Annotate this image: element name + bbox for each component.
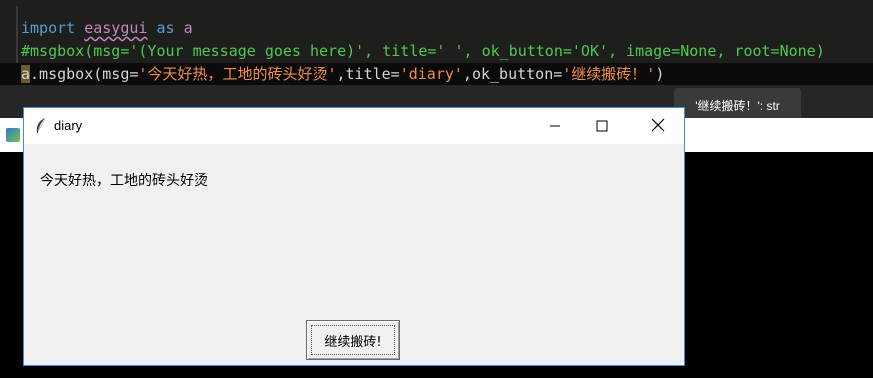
button-arg: ,ok_button=	[462, 65, 563, 83]
title-string: 'diary'	[399, 65, 463, 83]
button-string: '继续搬砖！'	[562, 65, 656, 83]
message-text: 今天好热，工地的砖头好烫	[40, 173, 208, 189]
title-arg: ,title=	[336, 65, 400, 83]
minimize-button[interactable]	[532, 108, 578, 144]
msgbox-window: diary 今天好热，工地的砖头好烫 继续搬砖!	[23, 107, 685, 366]
code-line-2[interactable]: #msgbox(msg='(Your message goes here)', …	[21, 40, 825, 62]
code-line-3[interactable]: a.msgbox(msg='今天好热，工地的砖头好烫',title='diary…	[21, 63, 664, 85]
minimize-icon	[549, 117, 561, 136]
msg-string: '今天好热，工地的砖头好烫'	[138, 65, 337, 83]
maximize-button[interactable]	[579, 108, 625, 144]
ok-button[interactable]: 继续搬砖!	[306, 320, 400, 360]
feather-icon	[33, 117, 49, 135]
maximize-icon	[596, 117, 608, 136]
object-reference: a	[21, 65, 31, 83]
alias-name: a	[183, 19, 193, 37]
close-button[interactable]	[635, 108, 681, 144]
focus-ring	[311, 325, 395, 355]
module-name: easygui	[84, 19, 148, 37]
window-title: diary	[54, 118, 83, 133]
import-keyword: import	[21, 19, 76, 37]
code-line-1[interactable]: import easygui as a	[21, 17, 193, 39]
app-icon[interactable]	[6, 128, 20, 142]
call-close: )	[655, 65, 665, 83]
window-titlebar[interactable]: diary	[24, 108, 684, 144]
as-keyword: as	[156, 19, 175, 37]
call-open: .msgbox(msg=	[30, 65, 139, 83]
close-icon	[651, 117, 665, 136]
